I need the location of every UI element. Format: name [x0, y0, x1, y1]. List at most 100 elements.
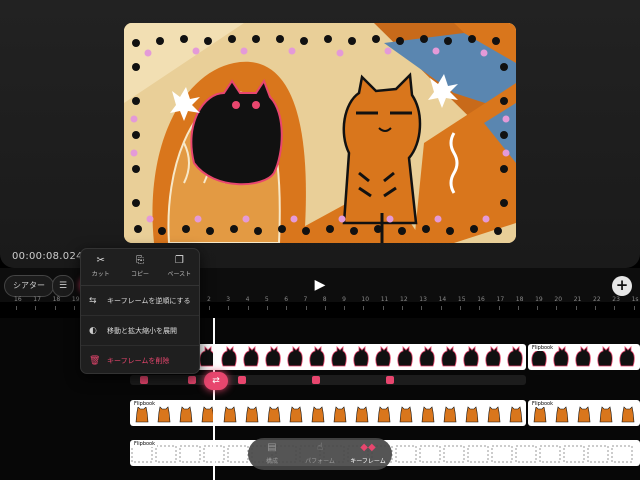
delete-label: キーフレームを削除: [107, 356, 170, 365]
tab-keyframe[interactable]: ◆◆ キーフレーム: [344, 438, 392, 470]
frame-thumbnail: [397, 346, 413, 367]
frame-thumbnail: [597, 346, 613, 367]
play-button[interactable]: ▶: [310, 276, 330, 294]
frame-thumbnail: [509, 406, 523, 423]
tab-keyframe-label: キーフレーム: [350, 458, 386, 465]
frame-thumbnail: [311, 406, 325, 423]
ruler-label: 12: [400, 296, 408, 303]
empty-frame: [515, 445, 537, 463]
ruler-tick: [16, 306, 17, 310]
copy-icon: ⎘: [135, 255, 144, 266]
flipbook-label: Flipbook: [530, 345, 556, 351]
frame-thumbnail: [157, 406, 171, 423]
expand-transform-item[interactable]: ◐ 移動と拡大縮小を展開: [81, 316, 199, 346]
frame-thumbnail: [465, 406, 479, 423]
list-icon[interactable]: ☰: [52, 275, 74, 297]
frame-thumbnail: [575, 346, 591, 367]
reverse-label: キーフレームを逆順にする: [107, 296, 191, 305]
track-orange-cat-2[interactable]: Flipbook: [528, 400, 640, 426]
paste-icon: ❐: [174, 255, 184, 266]
track-orange-cat[interactable]: Flipbook: [130, 400, 526, 426]
empty-frame: [419, 445, 441, 463]
orange-cat-frames: [135, 406, 523, 423]
ruler-tick: [595, 306, 596, 310]
ruler-tick: [614, 306, 616, 310]
ruler-tick: [479, 306, 481, 310]
selected-keyframe[interactable]: ⇄: [204, 372, 228, 390]
frame-thumbnail: [223, 406, 237, 423]
keyframe-icon: ◆◆: [360, 442, 376, 453]
frame-thumbnail: [309, 346, 325, 367]
ruler-label: 20: [554, 296, 563, 303]
keyframe-track[interactable]: [130, 375, 526, 385]
ruler-label: 10: [361, 296, 370, 303]
ruler-label: 18: [52, 296, 61, 303]
empty-frame: [395, 445, 417, 463]
frame-thumbnail: [245, 406, 259, 423]
ruler-tick: [286, 306, 288, 310]
playhead[interactable]: [213, 318, 215, 480]
ruler-label: 7: [303, 296, 308, 303]
expand-label: 移動と拡大縮小を展開: [107, 326, 177, 335]
frame-thumbnail: [221, 346, 237, 367]
frame-thumbnail: [179, 406, 193, 423]
ruler-label: 15: [457, 296, 466, 303]
empty-frame: [467, 445, 489, 463]
ruler-tick: [247, 306, 249, 310]
copy-button[interactable]: ⎘ コピー: [120, 249, 159, 285]
ruler-label: 19: [71, 296, 80, 303]
copy-label: コピー: [130, 271, 149, 278]
paste-button[interactable]: ❐ ペースト: [160, 249, 199, 285]
artwork-canvas[interactable]: [124, 23, 516, 243]
ruler-tick: [54, 306, 56, 310]
frame-thumbnail: [289, 406, 303, 423]
ruler-label: 2: [207, 296, 211, 303]
add-button[interactable]: +: [612, 276, 632, 296]
tab-perform[interactable]: ☝ パフォーム: [296, 438, 344, 470]
track-black-cat-2[interactable]: Flipbook: [528, 344, 640, 370]
ruler-label: 4: [245, 296, 250, 303]
keyframe-marker[interactable]: [312, 376, 320, 384]
ruler-label: 1s: [631, 296, 639, 303]
ruler-tick: [324, 306, 326, 310]
edit-actions: ✂ カット ⎘ コピー ❐ ペースト: [81, 249, 199, 286]
frame-thumbnail: [265, 346, 281, 367]
empty-frame: [491, 445, 513, 463]
frame-thumbnail: [331, 346, 347, 367]
hand-icon: ☝: [316, 442, 324, 453]
reverse-keyframes-item[interactable]: ⇆ キーフレームを逆順にする: [81, 286, 199, 316]
ruler-label: 19: [535, 296, 543, 303]
ruler-label: 8: [322, 296, 327, 303]
keyframe-marker[interactable]: [386, 376, 394, 384]
empty-frame: [587, 445, 609, 463]
delete-keyframe-item[interactable]: 🗑 キーフレームを削除: [81, 346, 199, 375]
frame-thumbnail: [333, 406, 347, 423]
keyframe-marker[interactable]: [188, 376, 196, 384]
scissors-icon: ✂: [96, 255, 105, 266]
frame-thumbnail: [287, 346, 303, 367]
keyframe-marker[interactable]: [238, 376, 246, 384]
cut-label: カット: [91, 271, 110, 278]
ruler-tick: [73, 306, 75, 310]
frame-thumbnail: [485, 346, 501, 367]
tab-compose[interactable]: ▤ 構成: [248, 438, 296, 470]
frame-thumbnail: [419, 346, 435, 367]
ruler-tick: [344, 306, 346, 310]
ruler-label: 16: [477, 296, 485, 303]
ruler-tick: [363, 306, 365, 310]
mode-tab-bar: ▤ 構成 ☝ パフォーム ◆◆ キーフレーム: [248, 438, 392, 470]
frame-thumbnail: [555, 406, 569, 423]
cut-button[interactable]: ✂ カット: [81, 249, 120, 285]
layers-icon: ▤: [267, 442, 277, 453]
frame-thumbnail: [243, 346, 259, 367]
ruler-tick: [228, 306, 230, 310]
ruler-tick: [498, 306, 500, 310]
ruler-tick: [209, 306, 210, 310]
frame-thumbnail: [599, 406, 613, 423]
theater-button[interactable]: シアター: [4, 275, 54, 297]
ruler-label: 14: [438, 296, 447, 303]
frame-thumbnail: [353, 346, 369, 367]
ruler-label: 18: [515, 296, 524, 303]
ruler-tick: [421, 306, 423, 310]
keyframe-marker[interactable]: [140, 376, 148, 384]
